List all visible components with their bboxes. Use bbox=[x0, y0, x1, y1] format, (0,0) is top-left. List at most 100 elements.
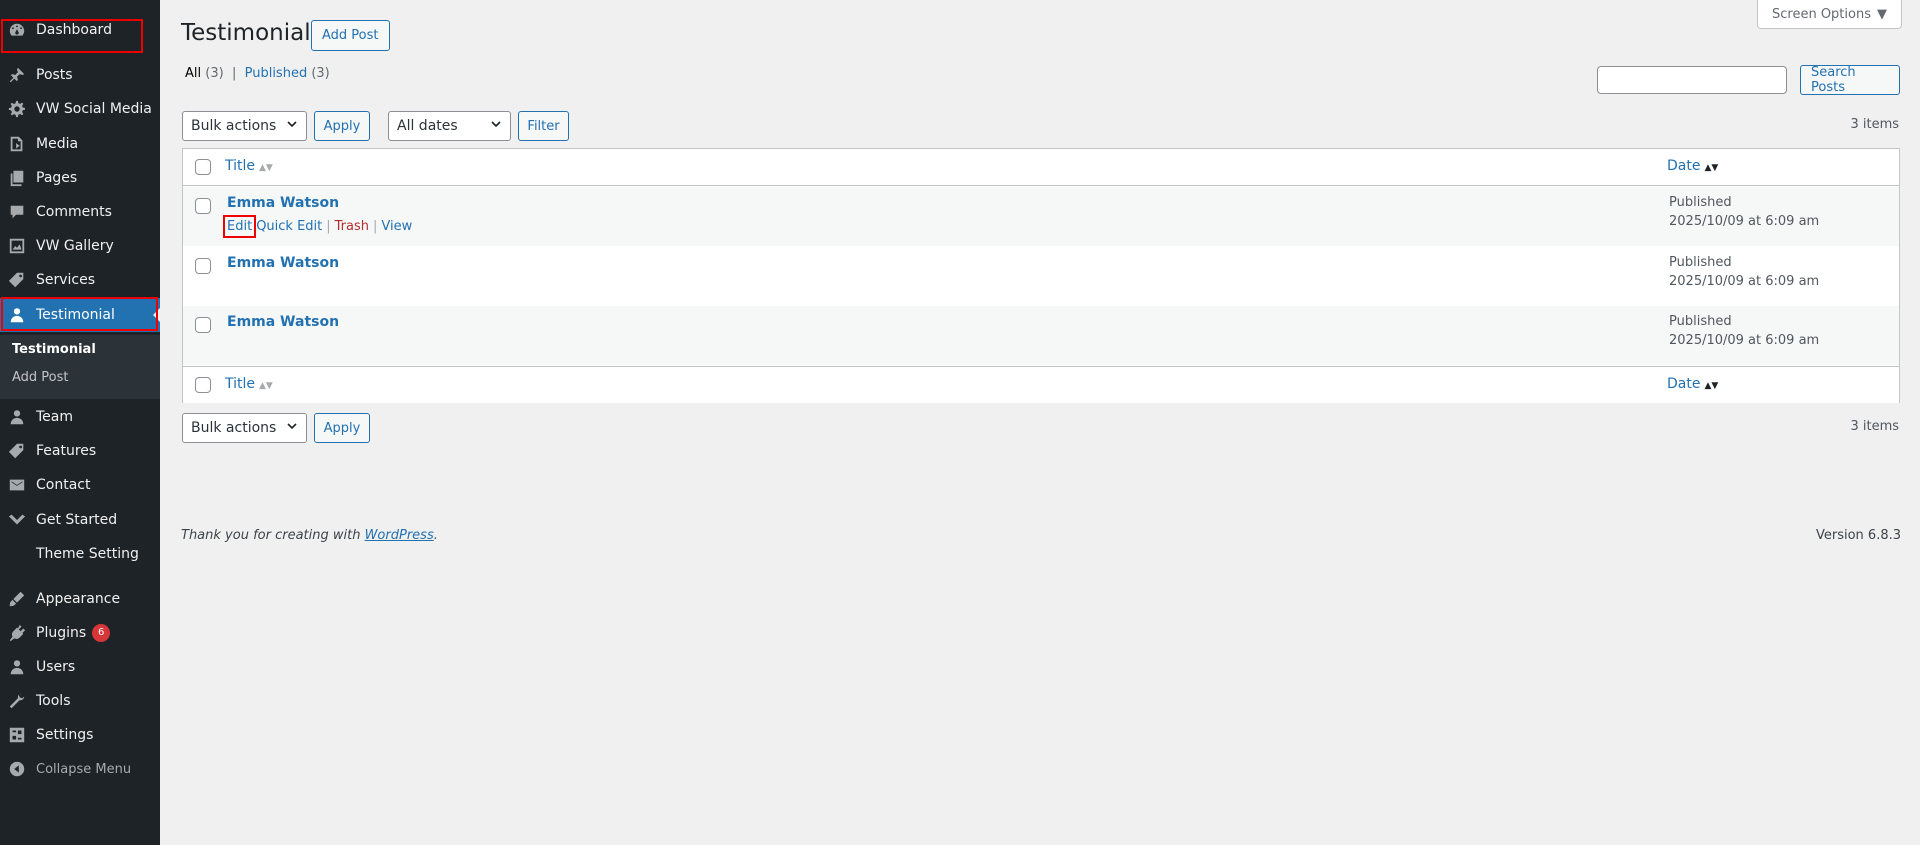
sidebar-item-label: Contact bbox=[36, 477, 91, 493]
dashboard-icon bbox=[8, 21, 26, 39]
gallery-icon bbox=[8, 237, 26, 255]
sidebar-item-theme-setting[interactable]: Theme Setting bbox=[0, 537, 160, 571]
sidebar-item-pages[interactable]: Pages bbox=[0, 161, 160, 195]
bulk-actions-value: Bulk actions bbox=[191, 420, 277, 436]
comments-icon bbox=[8, 203, 26, 221]
bulk-actions-select-bottom[interactable]: Bulk actions bbox=[182, 413, 307, 443]
sidebar-item-features[interactable]: Features bbox=[0, 434, 160, 468]
date-column-header[interactable]: Date ▲▼ bbox=[1667, 158, 1718, 174]
title-column-footer[interactable]: Title ▲▼ bbox=[225, 376, 273, 392]
settings-icon bbox=[8, 726, 26, 744]
pin-icon bbox=[8, 66, 26, 84]
date-filter-value: All dates bbox=[397, 118, 458, 134]
apply-button-bottom[interactable]: Apply bbox=[314, 413, 370, 443]
submenu-item-testimonial[interactable]: Testimonial bbox=[12, 342, 96, 357]
action-separator: | bbox=[326, 219, 331, 234]
sidebar-item-vw-social-media[interactable]: VW Social Media bbox=[0, 92, 160, 126]
apply-button-top[interactable]: Apply bbox=[314, 111, 370, 141]
items-count-bottom: 3 items bbox=[1850, 419, 1899, 434]
row-title-link[interactable]: Emma Watson bbox=[227, 255, 339, 271]
post-status: Published bbox=[1669, 255, 1732, 270]
sidebar-item-label: Appearance bbox=[36, 591, 121, 607]
admin-sidebar: Dashboard Posts VW Social Media Media Pa… bbox=[0, 0, 160, 845]
sidebar-item-dashboard[interactable]: Dashboard bbox=[0, 13, 160, 47]
sort-icon: ▲▼ bbox=[1704, 163, 1719, 173]
row-title-link[interactable]: Emma Watson bbox=[227, 195, 339, 211]
collapse-icon bbox=[8, 760, 26, 778]
sidebar-item-vw-gallery[interactable]: VW Gallery bbox=[0, 229, 160, 263]
table-row: Emma Watson Edit Quick Edit | Trash | Vi… bbox=[183, 187, 1899, 246]
add-post-button[interactable]: Add Post bbox=[311, 20, 390, 51]
filter-all-link[interactable]: All bbox=[185, 66, 201, 81]
table-row: Emma Watson Published 2025/10/09 at 6:09… bbox=[183, 246, 1899, 305]
row-checkbox[interactable] bbox=[195, 317, 211, 333]
sidebar-item-plugins[interactable]: Plugins 6 bbox=[0, 616, 160, 650]
select-all-checkbox[interactable] bbox=[195, 159, 211, 175]
footer-thanks: Thank you for creating with WordPress. bbox=[181, 528, 438, 543]
sidebar-item-get-started[interactable]: Get Started bbox=[0, 503, 160, 537]
action-separator: | bbox=[373, 219, 378, 234]
sidebar-item-testimonial[interactable]: Testimonial bbox=[0, 298, 160, 332]
filter-separator: | bbox=[231, 66, 237, 81]
sidebar-item-label: Settings bbox=[36, 727, 94, 743]
gear-icon bbox=[8, 100, 26, 118]
quick-edit-link[interactable]: Quick Edit bbox=[256, 219, 322, 234]
sidebar-item-label: VW Social Media bbox=[36, 101, 152, 117]
sidebar-item-settings[interactable]: Settings bbox=[0, 718, 160, 752]
trash-link[interactable]: Trash bbox=[335, 219, 369, 234]
sidebar-item-label: Posts bbox=[36, 67, 73, 83]
bulk-actions-value: Bulk actions bbox=[191, 118, 277, 134]
post-status: Published bbox=[1669, 314, 1732, 329]
chevron-down-icon bbox=[490, 118, 502, 134]
row-actions: Edit Quick Edit | Trash | View bbox=[222, 215, 412, 238]
screen-options-label: Screen Options bbox=[1772, 6, 1871, 22]
sidebar-item-label: Services bbox=[36, 272, 96, 288]
plugins-update-badge: 6 bbox=[92, 624, 111, 642]
date-column-footer[interactable]: Date ▲▼ bbox=[1667, 376, 1718, 392]
sidebar-item-appearance[interactable]: Appearance bbox=[0, 582, 160, 616]
post-date: 2025/10/09 at 6:09 am bbox=[1669, 214, 1820, 229]
post-date: 2025/10/09 at 6:09 am bbox=[1669, 274, 1820, 289]
sidebar-item-label: Media bbox=[36, 136, 79, 152]
select-all-checkbox-bottom[interactable] bbox=[195, 377, 211, 393]
sidebar-item-label: Team bbox=[36, 409, 74, 425]
title-column-header[interactable]: Title ▲▼ bbox=[225, 158, 273, 174]
sort-icon: ▲▼ bbox=[259, 163, 273, 173]
row-checkbox[interactable] bbox=[195, 198, 211, 214]
filter-published-link[interactable]: Published bbox=[245, 66, 308, 81]
sidebar-item-tools[interactable]: Tools bbox=[0, 684, 160, 718]
search-posts-button[interactable]: Search Posts bbox=[1800, 65, 1900, 95]
wordpress-link[interactable]: WordPress bbox=[365, 528, 434, 543]
date-cell: Published 2025/10/09 at 6:09 am bbox=[1669, 253, 1819, 291]
sort-icon: ▲▼ bbox=[1704, 381, 1719, 391]
view-link[interactable]: View bbox=[381, 219, 412, 234]
chevron-down-icon bbox=[286, 420, 298, 436]
sidebar-item-label: Dashboard bbox=[36, 22, 112, 38]
sidebar-item-label: Testimonial bbox=[36, 307, 115, 323]
search-input[interactable] bbox=[1597, 66, 1787, 94]
date-cell: Published 2025/10/09 at 6:09 am bbox=[1669, 312, 1819, 350]
sidebar-item-posts[interactable]: Posts bbox=[0, 58, 160, 92]
user-icon bbox=[8, 658, 26, 676]
sidebar-item-media[interactable]: Media bbox=[0, 127, 160, 161]
sidebar-item-services[interactable]: Services bbox=[0, 263, 160, 297]
screen-options-button[interactable]: Screen Options ▼ bbox=[1757, 0, 1902, 29]
row-title-link[interactable]: Emma Watson bbox=[227, 314, 339, 330]
filter-published-count: (3) bbox=[311, 66, 330, 81]
sidebar-item-users[interactable]: Users bbox=[0, 650, 160, 684]
edit-link[interactable]: Edit bbox=[222, 215, 257, 238]
sidebar-item-contact[interactable]: Contact bbox=[0, 468, 160, 502]
plugin-icon bbox=[8, 624, 26, 642]
date-cell: Published 2025/10/09 at 6:09 am bbox=[1669, 193, 1819, 231]
caret-down-icon: ▼ bbox=[1877, 6, 1887, 22]
filter-button[interactable]: Filter bbox=[518, 111, 569, 141]
submenu-item-add-post[interactable]: Add Post bbox=[12, 370, 69, 385]
sidebar-item-team[interactable]: Team bbox=[0, 400, 160, 434]
tag-icon bbox=[8, 442, 26, 460]
row-checkbox[interactable] bbox=[195, 258, 211, 274]
sidebar-item-comments[interactable]: Comments bbox=[0, 195, 160, 229]
collapse-menu-button[interactable]: Collapse Menu bbox=[0, 752, 160, 786]
bulk-actions-select-top[interactable]: Bulk actions bbox=[182, 111, 307, 141]
date-filter-select[interactable]: All dates bbox=[388, 111, 511, 141]
mail-icon bbox=[8, 476, 26, 494]
